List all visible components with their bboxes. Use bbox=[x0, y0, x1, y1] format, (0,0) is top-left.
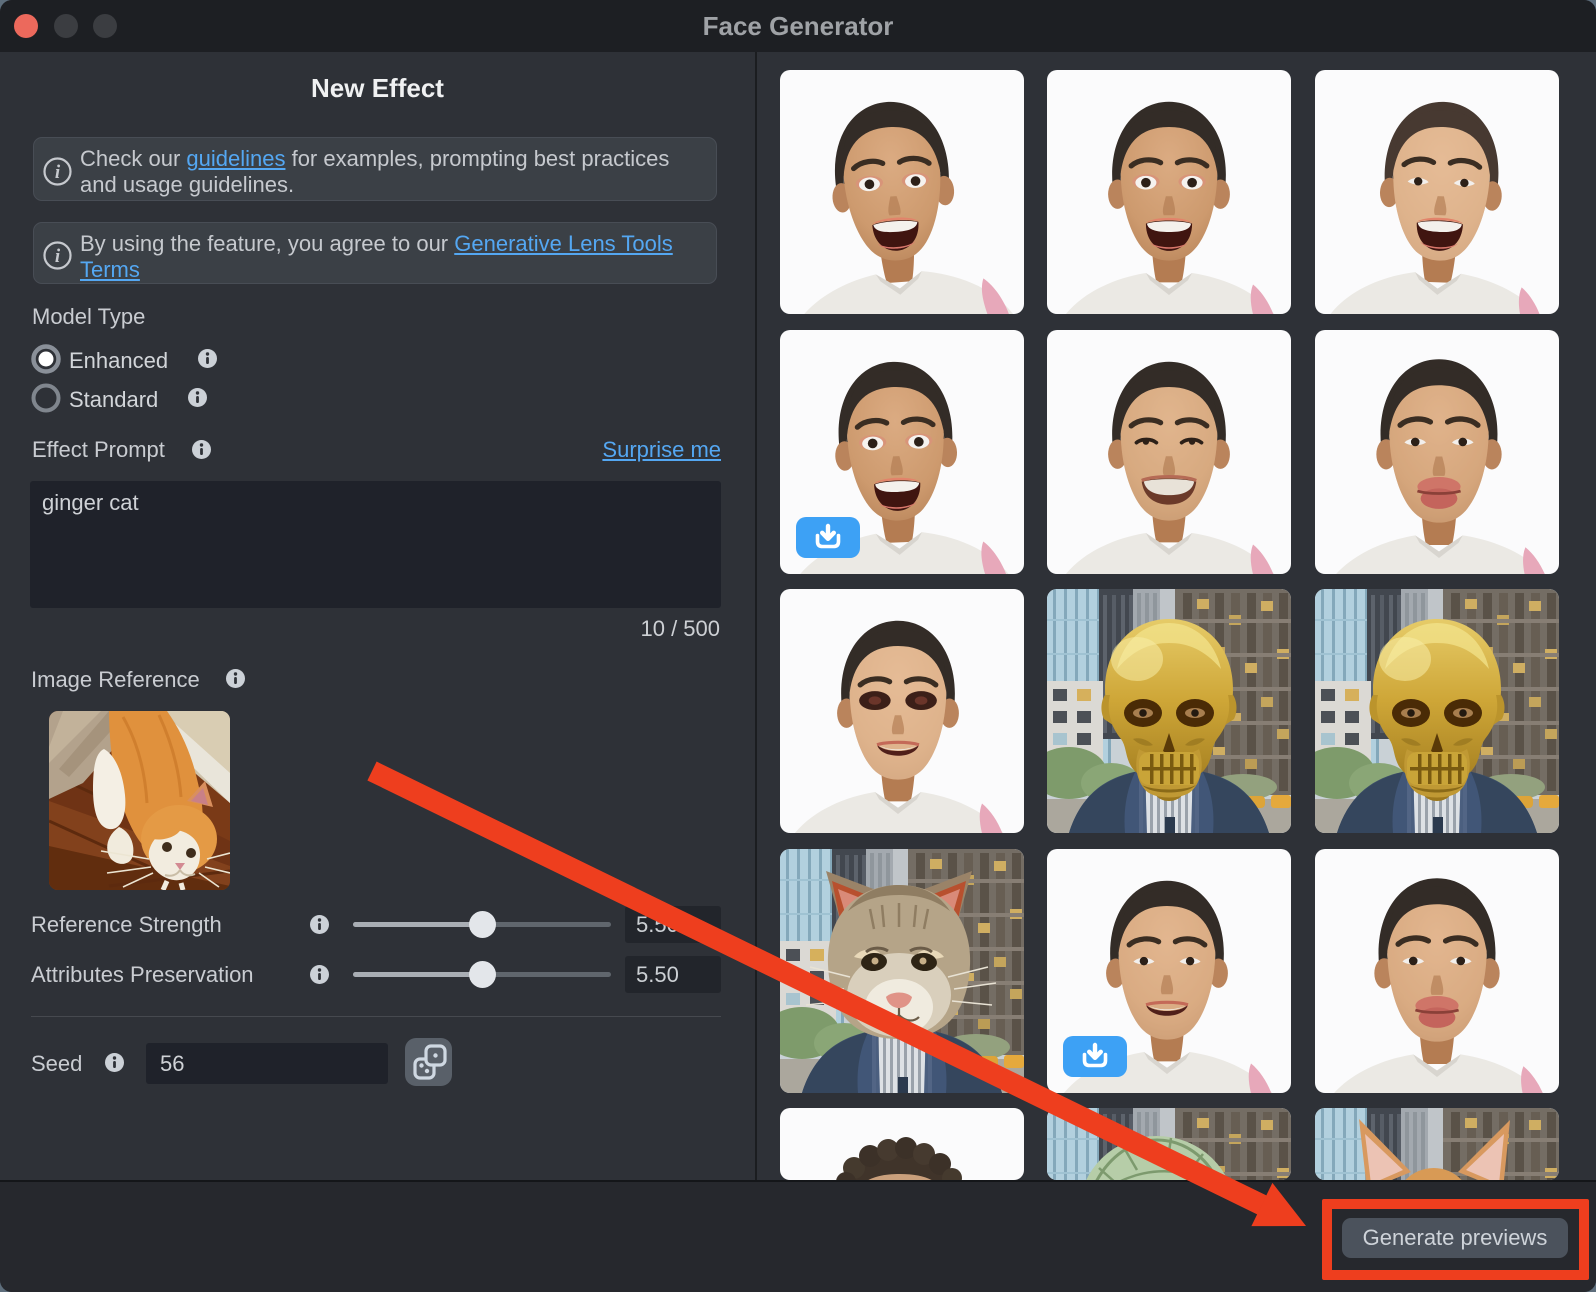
svg-text:i: i bbox=[55, 246, 61, 267]
svg-text:i: i bbox=[55, 162, 61, 183]
